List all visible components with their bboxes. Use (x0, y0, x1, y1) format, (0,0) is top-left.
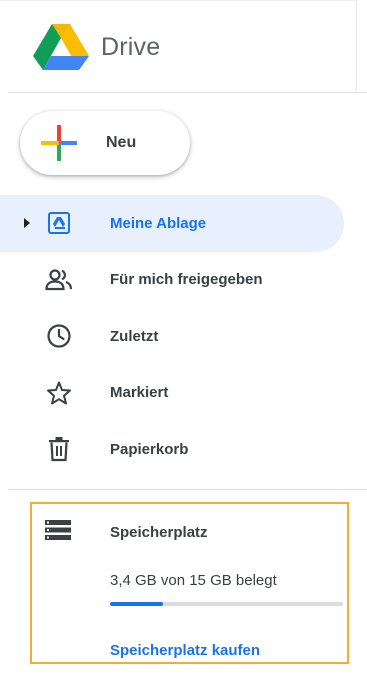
sidebar-item-my-drive[interactable]: Meine Ablage (0, 195, 344, 252)
plus-icon (41, 125, 77, 161)
buy-storage-link[interactable]: Speicherplatz kaufen (110, 642, 260, 659)
sidebar-item-label: Meine Ablage (110, 214, 207, 232)
header-divider (8, 92, 367, 93)
sidebar-item-label: Zuletzt (110, 327, 159, 345)
sidebar-item-label: Markiert (110, 384, 169, 402)
sidebar-nav: Meine Ablage Für mich freigegeben Zuletz… (0, 195, 367, 478)
sidebar-item-recent[interactable]: Zuletzt (0, 308, 344, 365)
app-header[interactable]: Drive (33, 24, 160, 70)
my-drive-icon (45, 209, 73, 237)
google-drive-logo-icon (33, 24, 89, 70)
drive-sidebar: Drive Neu Meine Ablage Für mich freigege… (0, 0, 367, 676)
people-icon (45, 266, 73, 294)
top-border (0, 0, 357, 1)
storage-item[interactable]: Speicherplatz (44, 518, 208, 546)
app-name: Drive (101, 32, 161, 61)
sidebar-item-trash[interactable]: Papierkorb (0, 421, 344, 478)
new-button-label: Neu (106, 134, 137, 151)
expand-caret-icon[interactable] (24, 218, 30, 229)
storage-usage-text: 3,4 GB von 15 GB belegt (110, 572, 277, 589)
star-icon (45, 379, 73, 407)
storage-progress-fill (110, 602, 163, 606)
sidebar-item-starred[interactable]: Markiert (0, 365, 344, 422)
storage-progress-bar (110, 602, 343, 606)
trash-icon (45, 435, 73, 463)
new-button[interactable]: Neu (20, 111, 190, 175)
storage-icon (44, 519, 72, 546)
nav-divider (8, 489, 367, 490)
storage-title: Speicherplatz (110, 523, 208, 541)
sidebar-item-shared-with-me[interactable]: Für mich freigegeben (0, 252, 344, 309)
clock-icon (45, 322, 73, 350)
sidebar-item-label: Papierkorb (110, 440, 189, 458)
sidebar-item-label: Für mich freigegeben (110, 271, 263, 289)
header-separator (356, 0, 357, 92)
